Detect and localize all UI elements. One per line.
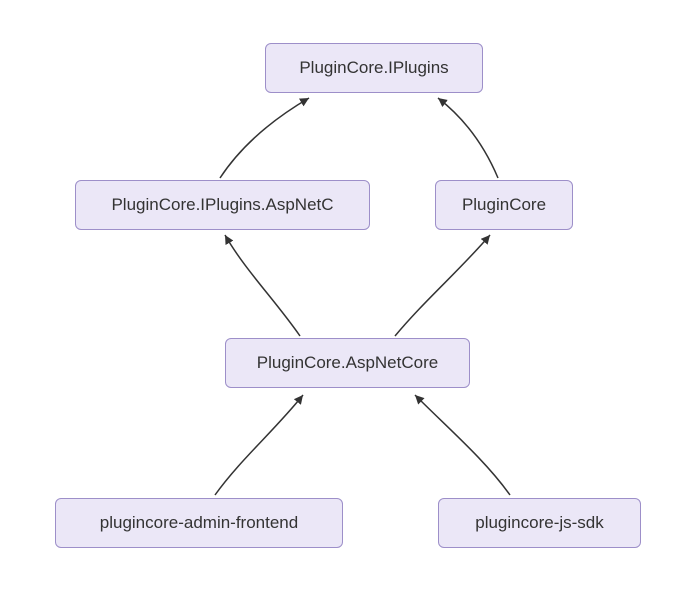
node-admin-frontend: plugincore-admin-frontend	[55, 498, 343, 548]
node-label: PluginCore.AspNetCore	[257, 353, 438, 372]
node-label: PluginCore.IPlugins	[299, 58, 448, 77]
node-iplugins-aspnet: PluginCore.IPlugins.AspNetC	[75, 180, 370, 230]
node-label: PluginCore.IPlugins.AspNetC	[111, 195, 333, 214]
node-js-sdk: plugincore-js-sdk	[438, 498, 641, 548]
node-label: plugincore-admin-frontend	[100, 513, 298, 532]
node-label: plugincore-js-sdk	[475, 513, 604, 532]
node-label: PluginCore	[462, 195, 546, 214]
node-plugincore: PluginCore	[435, 180, 573, 230]
node-iplugins: PluginCore.IPlugins	[265, 43, 483, 93]
node-aspnetcore: PluginCore.AspNetCore	[225, 338, 470, 388]
